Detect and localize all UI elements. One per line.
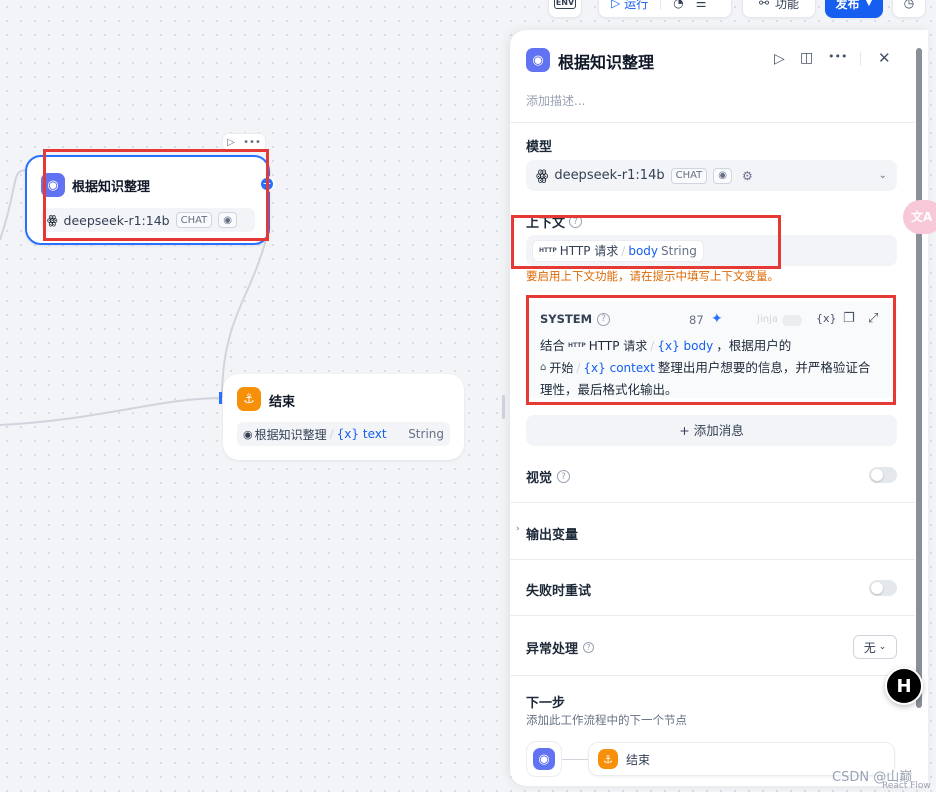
panel-title[interactable]: 根据知识整理 [558, 49, 654, 73]
brain-icon: ◉ [526, 48, 550, 72]
run-button[interactable]: ▷ 运行 [611, 0, 648, 12]
description-input[interactable]: 添加描述... [526, 92, 585, 109]
context-variable-chip: HTTP HTTP 请求 / body String [532, 239, 704, 262]
more-icon[interactable]: ••• [243, 137, 261, 148]
brain-icon: ◉ [533, 748, 555, 770]
vision-icon: ◉ [713, 167, 733, 184]
chat-badge: CHAT [670, 167, 708, 184]
jinja-toggle-label: Jinja [757, 314, 778, 325]
reactflow-attribution[interactable]: React Flow [882, 781, 931, 791]
ollama-icon: ꙮ [47, 213, 58, 227]
chevron-down-icon: ▼ [865, 0, 873, 8]
chevron-right-icon[interactable]: › [516, 524, 520, 534]
http-icon: HTTP [568, 342, 586, 349]
system-prompt-text[interactable]: 结合 HTTP HTTP 请求 / {x} body ，根据用户的 ⌂ 开始 /… [540, 335, 890, 401]
help-icon[interactable]: ? [597, 312, 611, 326]
error-handling-label: 异常处理 ? [526, 638, 595, 657]
node-output-handle[interactable]: + [259, 176, 275, 192]
context-label: 上下文 ? [526, 212, 583, 231]
end-node[interactable]: ⚓ 结束 ◉ 根据知识整理 / {x} text String [223, 374, 464, 460]
run-history-icon[interactable]: ◔ [673, 0, 683, 10]
node-config-panel: ◉ 根据知识整理 ▷ ◫ ••• ✕ 添加描述... 模型 ꙮ deepseek… [510, 30, 928, 786]
token-count: 87 [689, 313, 704, 327]
home-icon: ⌂ [540, 362, 547, 373]
chat-badge: CHAT [175, 212, 213, 228]
retry-label: 失败时重试 [526, 584, 592, 599]
retry-toggle[interactable] [869, 580, 897, 596]
publish-button[interactable]: 发布 ▼ [825, 0, 883, 18]
node-action-bar: ▷ ••• [222, 133, 266, 151]
llm-node-title: 根据知识整理 [72, 180, 151, 195]
next-step-title: 下一步 [526, 696, 566, 711]
floating-assistant-button[interactable]: H [885, 667, 923, 705]
run-toolbar: ▷ 运行 ◔ ☰ [598, 0, 732, 18]
features-icon: ⚯ [758, 0, 770, 10]
vision-icon: ◉ [218, 212, 238, 228]
help-doc-icon[interactable]: ◫ [800, 50, 813, 66]
variable-ref-chip: ⌂ 开始 / {x} context [540, 357, 655, 379]
copy-icon[interactable]: ❐ [843, 311, 855, 326]
insert-variable-icon[interactable]: {x} [816, 312, 837, 325]
system-prompt-editor[interactable]: SYSTEM ? 87 ✦ Jinja {x} ❐ ⤢ 结合 HTTP HTTP… [526, 302, 897, 398]
model-selector[interactable]: ꙮ deepseek-r1:14b CHAT ◉ ⚙ ⌄ [526, 160, 897, 191]
llm-node-model: ꙮ deepseek-r1:14b CHAT ◉ [41, 208, 255, 232]
panel-resize-handle[interactable] [502, 395, 505, 419]
run-step-icon[interactable]: ▷ [774, 51, 785, 67]
translate-badge[interactable]: 文A [903, 200, 936, 234]
clock-icon: ◷ [903, 0, 915, 10]
vision-toggle[interactable] [869, 467, 897, 483]
end-node-icon: ⚓ [237, 387, 261, 411]
llm-node[interactable]: ◉ 根据知识整理 ꙮ deepseek-r1:14b CHAT ◉ + [25, 155, 275, 245]
checklist-icon[interactable]: ☰ [696, 0, 707, 10]
more-icon[interactable]: ••• [828, 50, 847, 63]
ollama-icon: ꙮ [536, 167, 549, 184]
help-icon[interactable]: ? [557, 470, 571, 483]
help-icon[interactable]: ? [569, 215, 583, 228]
params-icon[interactable]: ⚙ [742, 169, 753, 183]
expand-icon[interactable]: ⤢ [868, 311, 878, 326]
next-step-subtitle: 添加此工作流程中的下一个节点 [526, 713, 687, 727]
help-icon[interactable]: ? [583, 642, 595, 653]
brain-icon: ◉ [243, 427, 253, 441]
version-history-button[interactable]: ◷ [892, 0, 926, 18]
http-icon: HTTP [539, 247, 557, 254]
context-warning: 要启用上下文功能，请在提示中填写上下文变量。 [526, 269, 779, 283]
end-node-icon: ⚓ [598, 749, 618, 769]
play-icon: ▷ [611, 0, 621, 10]
model-label: 模型 [526, 140, 553, 155]
panel-scrollbar[interactable] [916, 48, 922, 708]
features-button[interactable]: ⚯ 功能 [742, 0, 816, 18]
env-icon: ENV [553, 0, 577, 9]
variable-ref-chip: HTTP HTTP 请求 / {x} body [568, 335, 713, 357]
close-icon[interactable]: ✕ [878, 49, 891, 67]
chevron-down-icon: ⌄ [878, 170, 887, 181]
error-handling-select[interactable]: 无 ⌄ [853, 635, 897, 659]
ai-generate-icon[interactable]: ✦ [711, 311, 723, 327]
end-node-output-var: ◉ 根据知识整理 / {x} text String [237, 422, 450, 446]
end-node-title: 结束 [269, 395, 296, 410]
brain-icon: ◉ [41, 173, 65, 197]
env-button[interactable]: ENV [548, 0, 582, 18]
output-variables-toggle[interactable]: 输出变量 [526, 524, 578, 543]
run-node-icon[interactable]: ▷ [227, 137, 235, 148]
current-node-icon: ◉ [526, 741, 562, 777]
context-variable-selector[interactable]: HTTP HTTP 请求 / body String [526, 235, 897, 266]
add-message-button[interactable]: + 添加消息 [526, 415, 897, 446]
jinja-toggle[interactable] [782, 315, 802, 326]
system-label: SYSTEM ? [540, 312, 611, 326]
chevron-down-icon: ⌄ [878, 642, 887, 652]
vision-label: 视觉 ? [526, 467, 571, 486]
